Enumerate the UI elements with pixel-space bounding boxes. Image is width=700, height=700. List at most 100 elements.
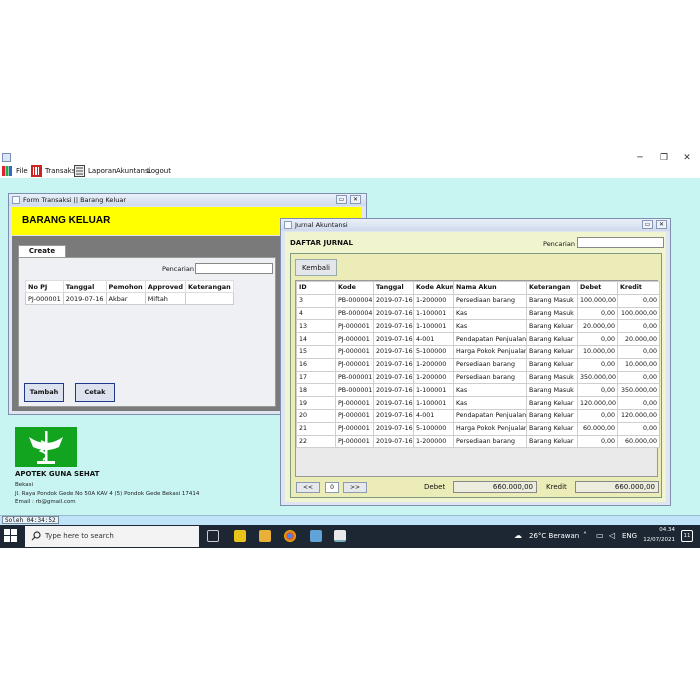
minimize-icon[interactable]: ─ <box>633 152 647 164</box>
column-header[interactable]: ID <box>296 281 336 295</box>
column-header[interactable]: Tanggal <box>373 281 414 295</box>
java-app-taskbar-icon[interactable] <box>334 530 346 542</box>
table-cell: 120.000,00 <box>577 396 618 410</box>
table-cell: 20 <box>296 408 336 423</box>
maximize-icon[interactable]: ▭ <box>642 220 653 229</box>
table-row[interactable]: 17 PB-000001 2019-07-16 1-200000 Persediaan … <box>296 370 660 385</box>
table-cell: 2019-07-16 <box>373 408 414 423</box>
column-header[interactable]: Kode <box>335 281 374 295</box>
kembali-button[interactable]: Kembali <box>295 259 337 276</box>
notification-icon[interactable]: 11 <box>681 530 693 542</box>
barcode-icon <box>31 165 42 177</box>
table-cell: 3 <box>296 293 336 308</box>
table-cell: 1-100001 <box>413 306 454 321</box>
table-row[interactable]: 20 PJ-000001 2019-07-16 4-001 Pendapatan Pen… <box>296 408 660 423</box>
volume-icon[interactable]: ◁ <box>609 531 615 540</box>
column-header[interactable]: Pemohon <box>105 280 146 293</box>
table-cell: 2019-07-16 <box>373 332 414 346</box>
clock-date[interactable]: 12/07/2021 <box>640 537 675 543</box>
task-view-icon[interactable] <box>207 530 219 542</box>
menu-laporan[interactable]: Laporan <box>88 166 117 177</box>
menu-file[interactable]: File <box>16 166 28 177</box>
search-input[interactable] <box>195 263 273 274</box>
table-row[interactable]: 22 PJ-000001 2019-07-16 1-200000 Persediaan … <box>296 434 660 449</box>
table-cell: PJ-000001 <box>335 408 374 423</box>
barang-keluar-titlebar[interactable]: Form Transaksi || Barang Keluar ▭ ✕ <box>9 194 366 206</box>
debet-total: 660.000,00 <box>453 481 537 493</box>
menu-logout[interactable]: Logout <box>147 166 171 177</box>
app-title-bar <box>0 150 700 166</box>
tab-create[interactable]: Create <box>18 245 66 257</box>
windows-start-icon[interactable] <box>4 529 17 542</box>
table-cell: 0,00 <box>617 421 660 436</box>
language-indicator[interactable]: ENG <box>622 532 637 540</box>
table-cell: 0,00 <box>577 306 618 321</box>
weather-text[interactable]: 26°C Berawan <box>529 532 579 540</box>
page-number-field[interactable]: 0 <box>325 482 339 493</box>
jurnal-table-container: ID Kode Tanggal Kode Akun Nama Akun Keteranga… <box>295 280 660 477</box>
chevron-up-icon[interactable]: ˄ <box>583 531 587 540</box>
file-explorer-icon[interactable] <box>259 530 271 542</box>
table-cell: PB-000004 <box>335 293 374 308</box>
table-cell: 2019-07-16 <box>373 396 414 410</box>
cetak-button[interactable]: Cetak <box>75 383 115 402</box>
table-cell: 2019-07-16 <box>373 383 414 398</box>
table-row[interactable]: 18 PB-000001 2019-07-16 1-100001 Kas Barang M… <box>296 383 660 398</box>
tambah-button[interactable]: Tambah <box>24 383 64 402</box>
table-cell: 10.000,00 <box>617 357 660 372</box>
table-row[interactable]: 19 PJ-000001 2019-07-16 1-100001 Kas Barang K… <box>296 396 660 410</box>
table-cell: Kas <box>453 396 527 410</box>
table-cell: 2019-07-16 <box>373 306 414 321</box>
table-cell: 17 <box>296 370 336 385</box>
table-cell: Barang Keluar <box>526 344 578 359</box>
table-cell: PJ-000001 <box>335 332 374 346</box>
jurnal-titlebar[interactable]: Jurnal Akuntansi ▭ ✕ <box>281 219 670 231</box>
table-row[interactable]: 13 PJ-000001 2019-07-16 1-100001 Kas Barang K… <box>296 319 660 334</box>
column-header[interactable]: Debet <box>577 281 618 295</box>
table-row[interactable]: 16 PJ-000001 2019-07-16 1-200000 Persediaan … <box>296 357 660 372</box>
column-header[interactable]: No PJ <box>25 280 64 293</box>
column-header[interactable]: Keterangan <box>185 280 234 293</box>
menu-transaksi[interactable]: Transaksi <box>45 166 77 177</box>
close-icon[interactable]: ✕ <box>680 152 694 164</box>
table-cell: Harga Pokok Penjualan <box>453 421 527 436</box>
clock-time[interactable]: 04.34 <box>645 527 675 533</box>
column-header[interactable]: Keterangan <box>526 281 578 295</box>
search-icon <box>31 531 41 541</box>
sticky-notes-icon[interactable] <box>234 530 246 542</box>
next-page-button[interactable]: >> <box>343 482 367 493</box>
jurnal-title: DAFTAR JURNAL <box>290 239 353 247</box>
books-icon <box>2 166 12 176</box>
table-cell: 15 <box>296 344 336 359</box>
table-row[interactable]: 21 PJ-000001 2019-07-16 5-100000 Harga Pokok… <box>296 421 660 436</box>
close-icon[interactable]: ✕ <box>350 195 361 204</box>
table-cell: Barang Keluar <box>526 434 578 449</box>
table-cell: 350.000,00 <box>617 383 660 398</box>
menu-akuntansi[interactable]: Akuntansi <box>116 166 151 177</box>
network-icon[interactable]: ▭ <box>596 531 604 540</box>
chrome-icon[interactable] <box>284 530 296 542</box>
table-row[interactable]: 3 PB-000004 2019-07-16 1-200000 Persediaan b… <box>296 293 660 308</box>
column-header[interactable]: Kode Akun <box>413 281 454 295</box>
column-header[interactable]: Tanggal <box>62 280 107 293</box>
table-cell: 2019-07-16 <box>373 344 414 359</box>
column-header[interactable]: Nama Akun <box>453 281 527 295</box>
table-cell: Barang Keluar <box>526 408 578 423</box>
table-cell: 0,00 <box>577 434 618 449</box>
table-cell: 1-100001 <box>413 383 454 398</box>
prev-page-button[interactable]: << <box>296 482 320 493</box>
column-header[interactable]: Kredit <box>617 281 660 295</box>
table-cell: 1-200000 <box>413 370 454 385</box>
search-input[interactable] <box>577 237 664 248</box>
restore-icon[interactable]: ❐ <box>657 152 671 164</box>
table-cell: 2019-07-16 <box>373 434 414 449</box>
table-row[interactable]: PJ-000001 2019-07-16 Akbar Miftah <box>25 292 234 305</box>
column-header[interactable]: Approved <box>144 280 187 293</box>
close-icon[interactable]: ✕ <box>656 220 667 229</box>
maximize-icon[interactable]: ▭ <box>336 195 347 204</box>
table-row[interactable]: 15 PJ-000001 2019-07-16 5-100000 Harga Pokok… <box>296 344 660 359</box>
table-row[interactable]: 4 PB-000004 2019-07-16 1-100001 Kas Barang Ma… <box>296 306 660 321</box>
table-row[interactable]: 14 PJ-000001 2019-07-16 4-001 Pendapatan Pen… <box>296 332 660 346</box>
box-app-icon[interactable] <box>310 530 322 542</box>
table-cell: Barang Masuk <box>526 293 578 308</box>
